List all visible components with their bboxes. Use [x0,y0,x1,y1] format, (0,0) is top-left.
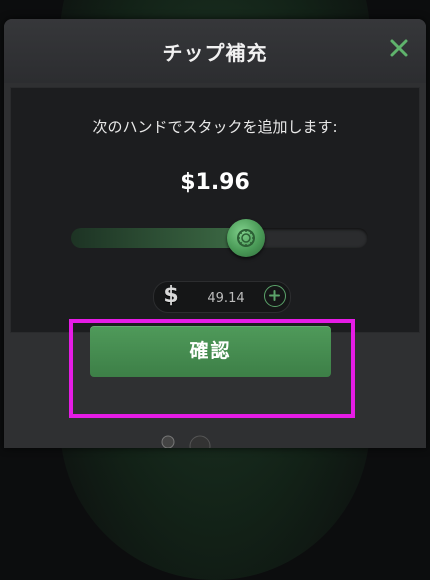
dialog-header: チップ補充 [4,19,426,83]
refill-message: 次のハンドでスタックを追加します: [92,118,338,136]
chip-stack-icon [161,435,211,448]
refill-panel: 次のハンドでスタックを追加します: $1.96 $ [10,87,420,333]
close-icon[interactable] [386,35,412,61]
confirm-button[interactable]: 確認 [90,326,331,377]
chip-refill-dialog: チップ補充 次のハンドでスタックを追加します: $1.96 $ [4,19,426,448]
slider-knob[interactable] [227,219,266,257]
dialog-title: チップ補充 [162,41,268,65]
amount-input-group: $ [153,281,291,313]
slider-fill [71,228,247,248]
amount-input[interactable] [192,287,260,309]
refill-amount: $1.96 [180,170,250,195]
dollar-icon: $ [163,283,179,308]
poker-chip-icon [237,229,256,247]
plus-icon[interactable] [264,285,286,307]
amount-slider[interactable] [71,219,368,257]
